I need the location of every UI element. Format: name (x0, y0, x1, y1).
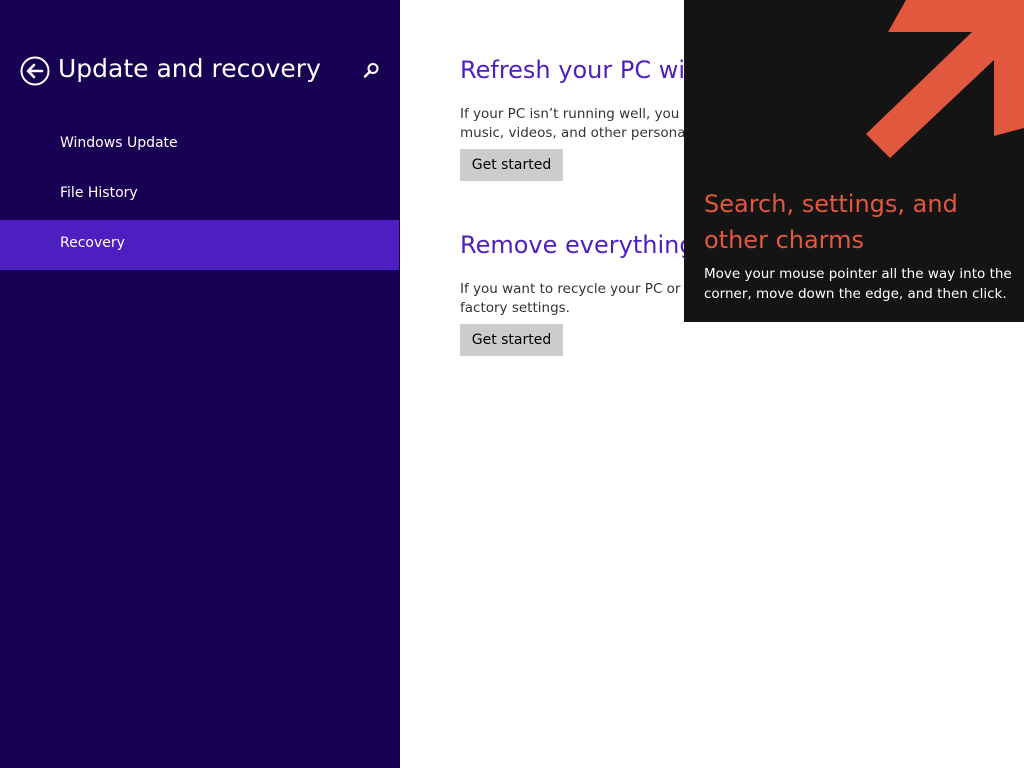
refresh-get-started-button[interactable]: Get started (460, 149, 563, 181)
page-title: Update and recovery (58, 54, 321, 83)
search-icon (363, 63, 379, 78)
nav-item-label: File History (60, 185, 138, 201)
nav-item-label: Windows Update (60, 135, 178, 151)
tip-body: Move your mouse pointer all the way into… (704, 266, 1012, 302)
pc-settings-window: Update and recovery Windows Update File … (0, 0, 1024, 768)
charms-tip-panel: Search, settings, and other charms Move … (684, 0, 1024, 322)
search-button[interactable] (360, 60, 382, 82)
nav-item-file-history[interactable]: File History (0, 170, 400, 220)
nav-item-label: Recovery (60, 235, 125, 251)
back-button[interactable] (20, 56, 50, 86)
arrow-up-right-icon (866, 0, 1024, 158)
nav-list: Windows Update File History Recovery (0, 120, 400, 270)
tip-title: Search, settings, and other charms (704, 190, 958, 254)
nav-header: Update and recovery (0, 52, 400, 92)
remove-get-started-button[interactable]: Get started (460, 324, 563, 356)
nav-pane: Update and recovery Windows Update File … (0, 0, 400, 768)
nav-item-recovery[interactable]: Recovery (0, 220, 399, 270)
nav-item-windows-update[interactable]: Windows Update (0, 120, 400, 170)
back-arrow-icon (20, 56, 50, 86)
